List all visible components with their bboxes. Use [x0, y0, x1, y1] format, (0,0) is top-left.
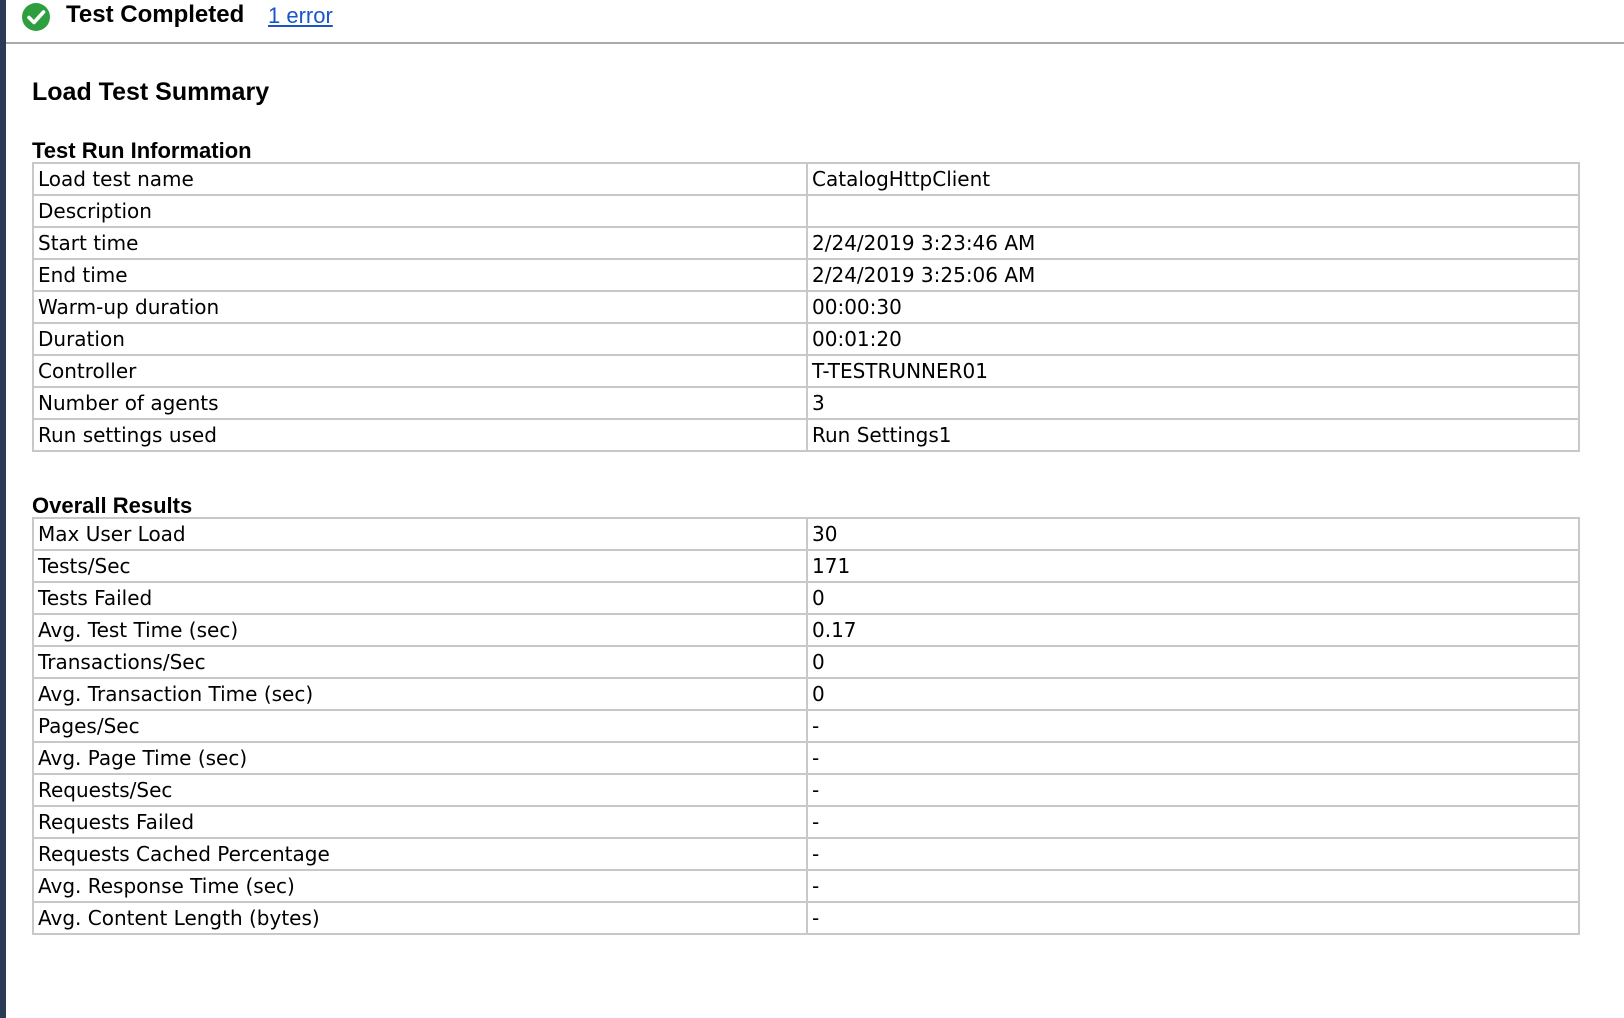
check-circle-icon	[22, 3, 50, 31]
row-value: 00:00:30	[806, 290, 1580, 324]
table-row: Start time 2/24/2019 3:23:46 AM	[32, 226, 1580, 260]
table-row: Avg. Response Time (sec) -	[32, 869, 1580, 903]
table-row: Avg. Page Time (sec) -	[32, 741, 1580, 775]
table-row: Tests/Sec 171	[32, 549, 1580, 583]
load-test-window: Test Completed 1 error Load Test Summary…	[0, 0, 1624, 1018]
table-row: Controller T-TESTRUNNER01	[32, 354, 1580, 388]
row-value: 3	[806, 386, 1580, 420]
section-title-overall-results: Overall Results	[32, 493, 193, 518]
row-value: -	[806, 709, 1580, 743]
row-label: Requests/Sec	[32, 773, 808, 807]
overall-results-table: Max User Load 30 Tests/Sec 171 Tests Failed 0…	[32, 517, 1580, 935]
row-value: 0.17	[806, 613, 1580, 647]
row-label: Tests/Sec	[32, 549, 808, 583]
row-label: Number of agents	[32, 386, 808, 420]
row-label: Run settings used	[32, 418, 808, 452]
table-row: Avg. Content Length (bytes) -	[32, 901, 1580, 935]
row-value: Run Settings1	[806, 418, 1580, 452]
row-value: 0	[806, 645, 1580, 679]
row-label: Avg. Page Time (sec)	[32, 741, 808, 775]
row-value: 00:01:20	[806, 322, 1580, 356]
row-value: -	[806, 741, 1580, 775]
row-label: Avg. Content Length (bytes)	[32, 901, 808, 935]
row-value: 0	[806, 581, 1580, 615]
table-row: Number of agents 3	[32, 386, 1580, 420]
row-value: -	[806, 773, 1580, 807]
row-label: Load test name	[32, 162, 808, 196]
row-value: -	[806, 837, 1580, 871]
test-run-information-table: Load test name CatalogHttpClient Descripti…	[32, 162, 1580, 452]
table-row: Avg. Test Time (sec) 0.17	[32, 613, 1580, 647]
table-row: Run settings used Run Settings1	[32, 418, 1580, 452]
row-value: 2/24/2019 3:23:46 AM	[806, 226, 1580, 260]
table-row: Avg. Transaction Time (sec) 0	[32, 677, 1580, 711]
row-value: CatalogHttpClient	[806, 162, 1580, 196]
row-value: -	[806, 869, 1580, 903]
row-label: Avg. Response Time (sec)	[32, 869, 808, 903]
row-label: Avg. Transaction Time (sec)	[32, 677, 808, 711]
row-value	[806, 194, 1580, 228]
row-label: Warm-up duration	[32, 290, 808, 324]
table-row: Description	[32, 194, 1580, 228]
section-title-test-run-information: Test Run Information	[32, 138, 252, 163]
row-label: Description	[32, 194, 808, 228]
row-label: Controller	[32, 354, 808, 388]
row-label: End time	[32, 258, 808, 292]
table-row: Transactions/Sec 0	[32, 645, 1580, 679]
row-label: Pages/Sec	[32, 709, 808, 743]
status-title: Test Completed	[66, 1, 245, 28]
page-title: Load Test Summary	[32, 78, 270, 106]
table-row: Warm-up duration 00:00:30	[32, 290, 1580, 324]
row-value: T-TESTRUNNER01	[806, 354, 1580, 388]
table-row: Tests Failed 0	[32, 581, 1580, 615]
table-row: Requests/Sec -	[32, 773, 1580, 807]
row-value: 30	[806, 517, 1580, 551]
row-label: Start time	[32, 226, 808, 260]
table-row: Max User Load 30	[32, 517, 1580, 551]
row-label: Duration	[32, 322, 808, 356]
table-row: Pages/Sec -	[32, 709, 1580, 743]
table-row: Requests Failed -	[32, 805, 1580, 839]
error-link[interactable]: 1 error	[268, 1, 333, 31]
row-label: Max User Load	[32, 517, 808, 551]
row-value: -	[806, 805, 1580, 839]
table-row: End time 2/24/2019 3:25:06 AM	[32, 258, 1580, 292]
row-value: -	[806, 901, 1580, 935]
row-label: Requests Cached Percentage	[32, 837, 808, 871]
row-label: Transactions/Sec	[32, 645, 808, 679]
row-value: 0	[806, 677, 1580, 711]
row-label: Tests Failed	[32, 581, 808, 615]
status-bar: Test Completed 1 error	[6, 0, 1624, 44]
row-label: Avg. Test Time (sec)	[32, 613, 808, 647]
table-row: Requests Cached Percentage -	[32, 837, 1580, 871]
table-row: Load test name CatalogHttpClient	[32, 162, 1580, 196]
row-value: 2/24/2019 3:25:06 AM	[806, 258, 1580, 292]
row-label: Requests Failed	[32, 805, 808, 839]
row-value: 171	[806, 549, 1580, 583]
table-row: Duration 00:01:20	[32, 322, 1580, 356]
